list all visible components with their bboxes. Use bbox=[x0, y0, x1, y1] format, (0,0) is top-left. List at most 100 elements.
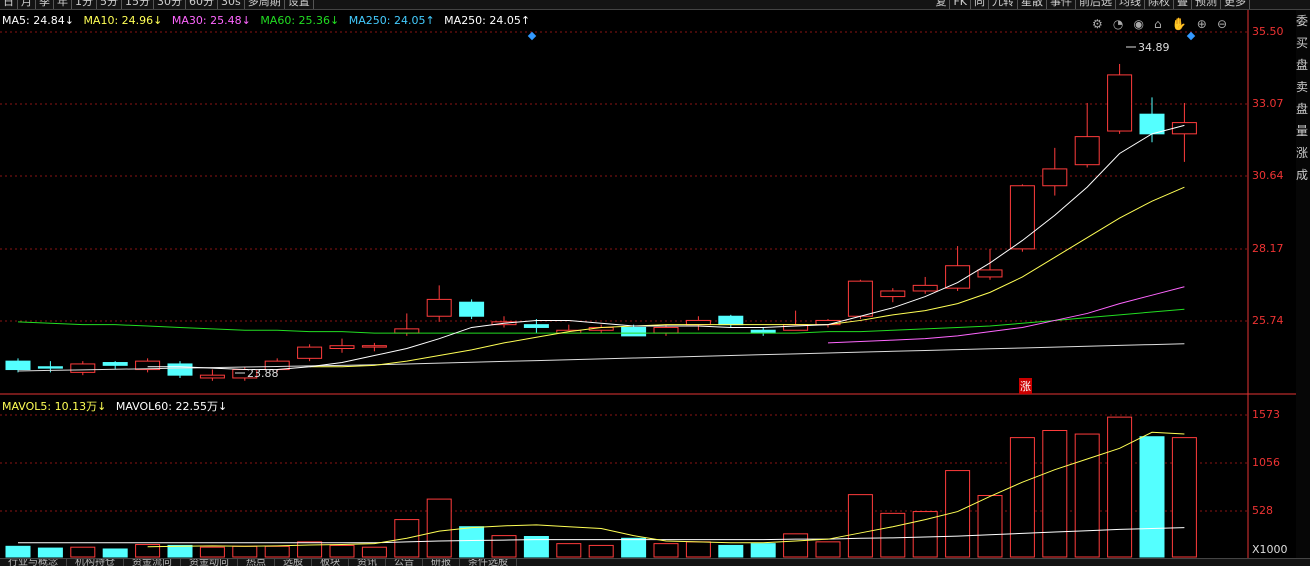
chart-tools: ⚙ ◔ ◉ ⌂ ✋ ⊕ ⊖ bbox=[1092, 13, 1232, 31]
candle-body bbox=[37, 366, 63, 369]
candle-body bbox=[5, 360, 31, 371]
candle-body bbox=[297, 346, 323, 359]
candle-body bbox=[621, 326, 647, 337]
volume-bar bbox=[1139, 436, 1165, 558]
volume-bar bbox=[815, 541, 841, 558]
ma30-value: MA30: 25.48↓ bbox=[171, 14, 251, 27]
candle-body bbox=[1009, 185, 1035, 250]
diamond-marker-1 bbox=[527, 31, 537, 41]
volume-bar bbox=[199, 546, 225, 558]
candle-body bbox=[685, 319, 711, 326]
ma10-value: MA10: 24.96↓ bbox=[83, 14, 163, 27]
volume-unit: X1000 bbox=[1252, 543, 1288, 556]
side-label-2: 买 bbox=[1296, 36, 1309, 50]
side-label-5: 盘 bbox=[1296, 102, 1309, 116]
candle-body bbox=[1107, 74, 1133, 132]
volume-bar bbox=[70, 546, 96, 558]
candle-body bbox=[167, 363, 193, 376]
candle-body bbox=[912, 284, 938, 292]
volume-bar bbox=[621, 537, 647, 558]
ma60-value: MA60: 25.36↓ bbox=[260, 14, 340, 27]
side-label-7: 涨 bbox=[1296, 146, 1309, 160]
limit-up-badge: 涨 bbox=[1019, 378, 1032, 394]
lock-icon[interactable]: ◔ bbox=[1113, 17, 1123, 31]
candle-body bbox=[394, 328, 420, 334]
volume-tick-2: 1056 bbox=[1252, 456, 1280, 469]
volume-bar bbox=[1009, 437, 1035, 558]
candle-body bbox=[459, 301, 485, 317]
price-tick-1: 35.50 bbox=[1252, 25, 1284, 38]
volume-bar bbox=[491, 535, 517, 558]
volume-bar bbox=[5, 545, 31, 558]
candle-body bbox=[718, 315, 744, 326]
candle-body bbox=[426, 298, 452, 317]
side-label-8: 成 bbox=[1296, 168, 1309, 182]
zoom-in-icon[interactable]: ⊕ bbox=[1197, 17, 1207, 31]
eye-icon[interactable]: ◉ bbox=[1133, 17, 1143, 31]
hand-icon[interactable]: ✋ bbox=[1172, 17, 1187, 31]
mavol5-value: MAVOL5: 10.13万↓ bbox=[2, 400, 107, 413]
volume-bar bbox=[750, 543, 776, 558]
volume-bar bbox=[685, 541, 711, 558]
candle-body bbox=[653, 326, 679, 334]
candle-body bbox=[199, 374, 225, 379]
volume-bar bbox=[556, 543, 582, 558]
kline-chart[interactable] bbox=[0, 0, 1310, 565]
volume-bar bbox=[37, 547, 63, 558]
volume-bar bbox=[1074, 433, 1100, 558]
volume-bar bbox=[588, 544, 614, 558]
candle-body bbox=[1074, 136, 1100, 166]
volume-bar bbox=[459, 526, 485, 558]
volume-bar bbox=[783, 533, 809, 558]
price-tick-2: 33.07 bbox=[1252, 97, 1284, 110]
volume-tick-1: 1573 bbox=[1252, 408, 1280, 421]
candle-body bbox=[361, 345, 387, 348]
quote-side-panel: 委 买 盘 卖 盘 量 涨 成 bbox=[1296, 10, 1310, 558]
volume-bar bbox=[977, 495, 1003, 558]
candle-body bbox=[523, 324, 549, 328]
mavol60-line bbox=[18, 527, 1185, 544]
side-label-4: 卖 bbox=[1296, 80, 1309, 94]
volume-bar bbox=[1042, 429, 1068, 558]
side-label-1: 委 bbox=[1296, 14, 1309, 28]
diamond-marker-2 bbox=[1186, 31, 1196, 41]
price-tick-3: 30.64 bbox=[1252, 169, 1284, 182]
candle-body bbox=[977, 269, 1003, 278]
volume-bar bbox=[1107, 416, 1133, 558]
price-tick-4: 28.17 bbox=[1252, 242, 1284, 255]
candle-body bbox=[70, 363, 96, 373]
volume-bar bbox=[1171, 437, 1197, 558]
candle-body bbox=[329, 345, 355, 350]
ma-legend: MA5: 24.84↓ MA10: 24.96↓ MA30: 25.48↓ MA… bbox=[2, 14, 536, 27]
settings-icon[interactable]: ⚙ bbox=[1092, 17, 1103, 31]
side-label-6: 量 bbox=[1296, 124, 1309, 138]
volume-bar bbox=[718, 544, 744, 558]
zoom-out-icon[interactable]: ⊖ bbox=[1217, 17, 1227, 31]
ma250-value-2: MA250: 24.05↑ bbox=[444, 14, 531, 27]
ma250-value: MA250: 24.05↑ bbox=[348, 14, 435, 27]
volume-bar bbox=[297, 541, 323, 558]
side-label-3: 盘 bbox=[1296, 58, 1309, 72]
volume-bar bbox=[264, 545, 290, 558]
candle-body bbox=[880, 290, 906, 298]
volume-bar bbox=[167, 544, 193, 558]
candle-body bbox=[1171, 122, 1197, 135]
volume-bar bbox=[102, 548, 128, 558]
bag-icon[interactable]: ⌂ bbox=[1154, 17, 1162, 31]
candle-body bbox=[1139, 113, 1165, 135]
volume-bar bbox=[880, 512, 906, 558]
volume-bar bbox=[361, 546, 387, 558]
price-tick-5: 25.74 bbox=[1252, 314, 1284, 327]
volume-bar bbox=[426, 498, 452, 558]
volume-bar bbox=[912, 511, 938, 558]
volume-bar bbox=[653, 543, 679, 558]
low-price-label: 23.88 bbox=[247, 367, 279, 380]
ma10-line bbox=[309, 186, 1185, 368]
volume-tick-3: 528 bbox=[1252, 504, 1273, 517]
volume-bar bbox=[232, 545, 258, 558]
mavol60-value: MAVOL60: 22.55万↓ bbox=[115, 400, 228, 413]
volume-legend: MAVOL5: 10.13万↓ MAVOL60: 22.55万↓ bbox=[2, 398, 233, 414]
volume-bar bbox=[847, 494, 873, 558]
candle-body bbox=[102, 362, 128, 366]
volume-bar bbox=[329, 544, 355, 558]
